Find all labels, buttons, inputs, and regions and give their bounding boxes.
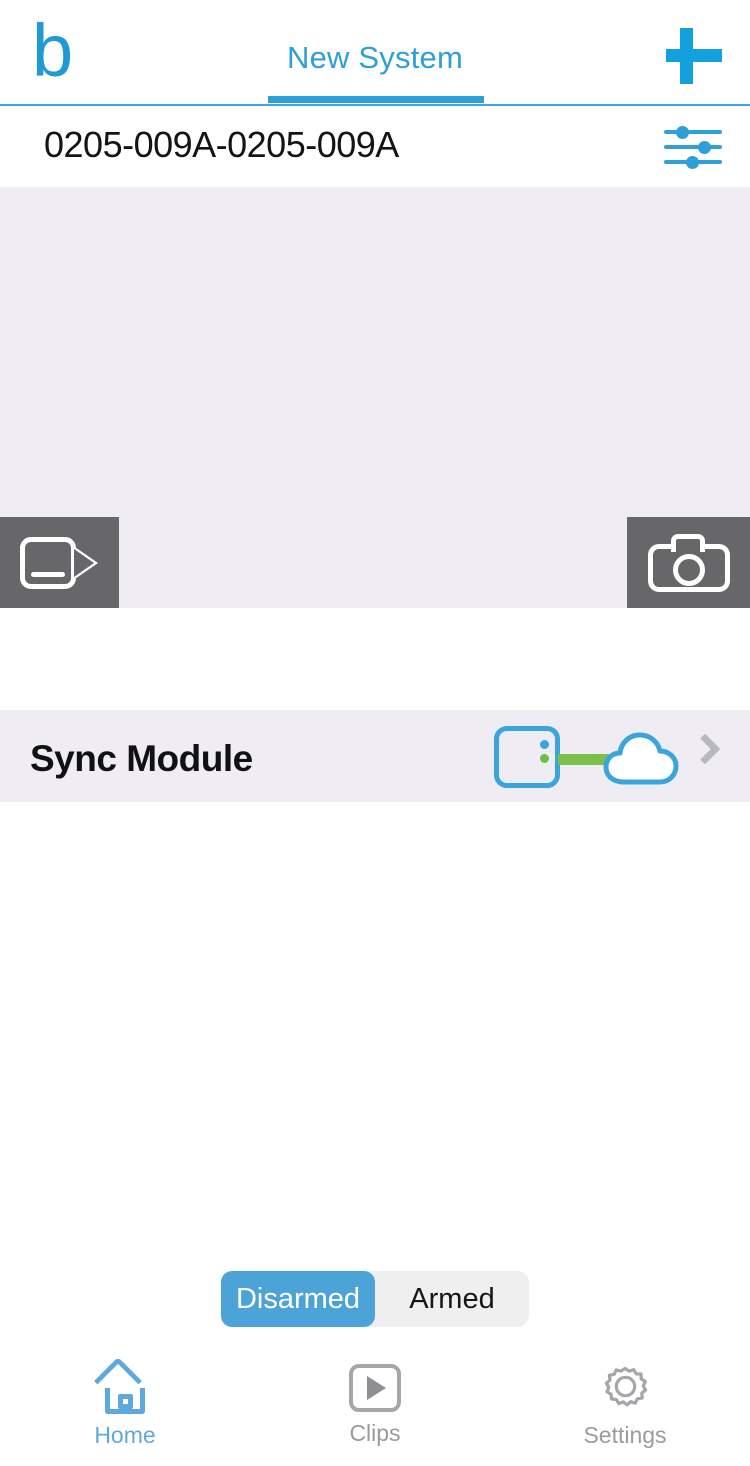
slider-knob-2: [698, 140, 711, 154]
armed-option[interactable]: Armed: [375, 1271, 529, 1327]
camera-header-row: 0205-009A-0205-009A: [0, 106, 750, 186]
add-device-button[interactable]: [658, 22, 730, 90]
sync-module-label: Sync Module: [30, 738, 253, 779]
record-clip-button[interactable]: [0, 517, 119, 608]
tab-new-system[interactable]: New System: [0, 0, 750, 106]
play-triangle: [367, 1376, 386, 1400]
tab-clips-label: Clips: [349, 1420, 401, 1446]
home-icon: [93, 1356, 153, 1414]
photo-camera-icon: [647, 533, 730, 592]
plus-icon-vertical: [679, 28, 693, 84]
video-camera-body: [19, 536, 76, 589]
camera-thumbnail[interactable]: [0, 187, 750, 608]
tab-new-system-label: New System: [287, 40, 463, 75]
bottom-tab-bar: Home Clips Settings: [0, 1350, 750, 1466]
sync-module-status-dot-green: [540, 754, 549, 763]
tab-settings-label: Settings: [583, 1422, 667, 1448]
gear-icon: [600, 1364, 650, 1414]
tab-settings[interactable]: Settings: [500, 1350, 750, 1466]
cloud-icon: [602, 730, 680, 791]
slider-knob-1: [676, 125, 689, 139]
sync-module-status-dot-blue: [540, 740, 549, 749]
snapshot-button[interactable]: [627, 517, 750, 608]
play-box-icon: [349, 1364, 401, 1412]
video-camera-slot: [30, 571, 65, 577]
camera-name: 0205-009A-0205-009A: [44, 124, 399, 165]
photo-camera-viewfinder: [670, 533, 705, 552]
tab-home-label: Home: [94, 1422, 156, 1448]
home-icon-door: [118, 1394, 133, 1409]
plus-icon-horizontal: [666, 49, 722, 62]
photo-camera-lens: [672, 553, 705, 586]
tab-home[interactable]: Home: [0, 1350, 250, 1466]
disarmed-option[interactable]: Disarmed: [221, 1271, 375, 1327]
tab-active-indicator: [268, 96, 484, 103]
top-bar: b New System: [0, 0, 750, 106]
arm-disarm-segmented-control[interactable]: Disarmed Armed: [221, 1271, 529, 1327]
video-camera-icon: [19, 536, 100, 589]
sync-module-icon: [494, 726, 560, 788]
slider-track-2: [664, 145, 722, 149]
camera-settings-sliders-icon[interactable]: [664, 124, 728, 170]
app-screen: b New System 0205-009A-0205-009A Sync Mo…: [0, 0, 750, 1466]
sync-module-status-graphic: [494, 726, 680, 788]
tab-clips[interactable]: Clips: [250, 1350, 500, 1466]
slider-knob-3: [686, 155, 699, 169]
sync-module-row[interactable]: Sync Module: [0, 710, 750, 802]
video-camera-lens-inner: [73, 548, 94, 577]
sync-module-chevron-right-icon: [689, 733, 721, 765]
slider-track-1: [664, 130, 722, 134]
